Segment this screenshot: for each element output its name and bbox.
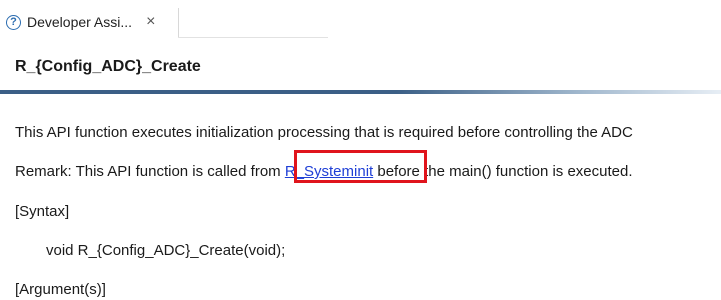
remark-prefix: Remark: This API function is called from (15, 163, 285, 180)
page-title: R_{Config_ADC}_Create (15, 58, 201, 75)
tab-developer-assistance[interactable]: ? Developer Assi... × (6, 8, 163, 36)
tab-separator (178, 8, 179, 38)
remark-text: Remark: This API function is called from… (15, 162, 633, 182)
close-icon[interactable]: × (146, 14, 155, 30)
help-icon: ? (6, 14, 21, 30)
tab-bar-divider (178, 37, 328, 38)
title-underline (0, 90, 721, 94)
syntax-heading: [Syntax] (15, 203, 70, 220)
syntax-code: void R_{Config_ADC}_Create(void); (46, 242, 286, 259)
r-systeminit-link[interactable]: R_Systeminit (285, 163, 373, 180)
description-text: This API function executes initializatio… (15, 124, 633, 141)
tab-bar: ? Developer Assi... × (0, 0, 721, 44)
remark-suffix: before the main() function is executed. (373, 163, 633, 180)
tab-title: Developer Assi... (27, 14, 133, 30)
help-content: R_{Config_ADC}_Create This API function … (0, 56, 721, 298)
arguments-heading: [Argument(s)] (15, 281, 106, 298)
